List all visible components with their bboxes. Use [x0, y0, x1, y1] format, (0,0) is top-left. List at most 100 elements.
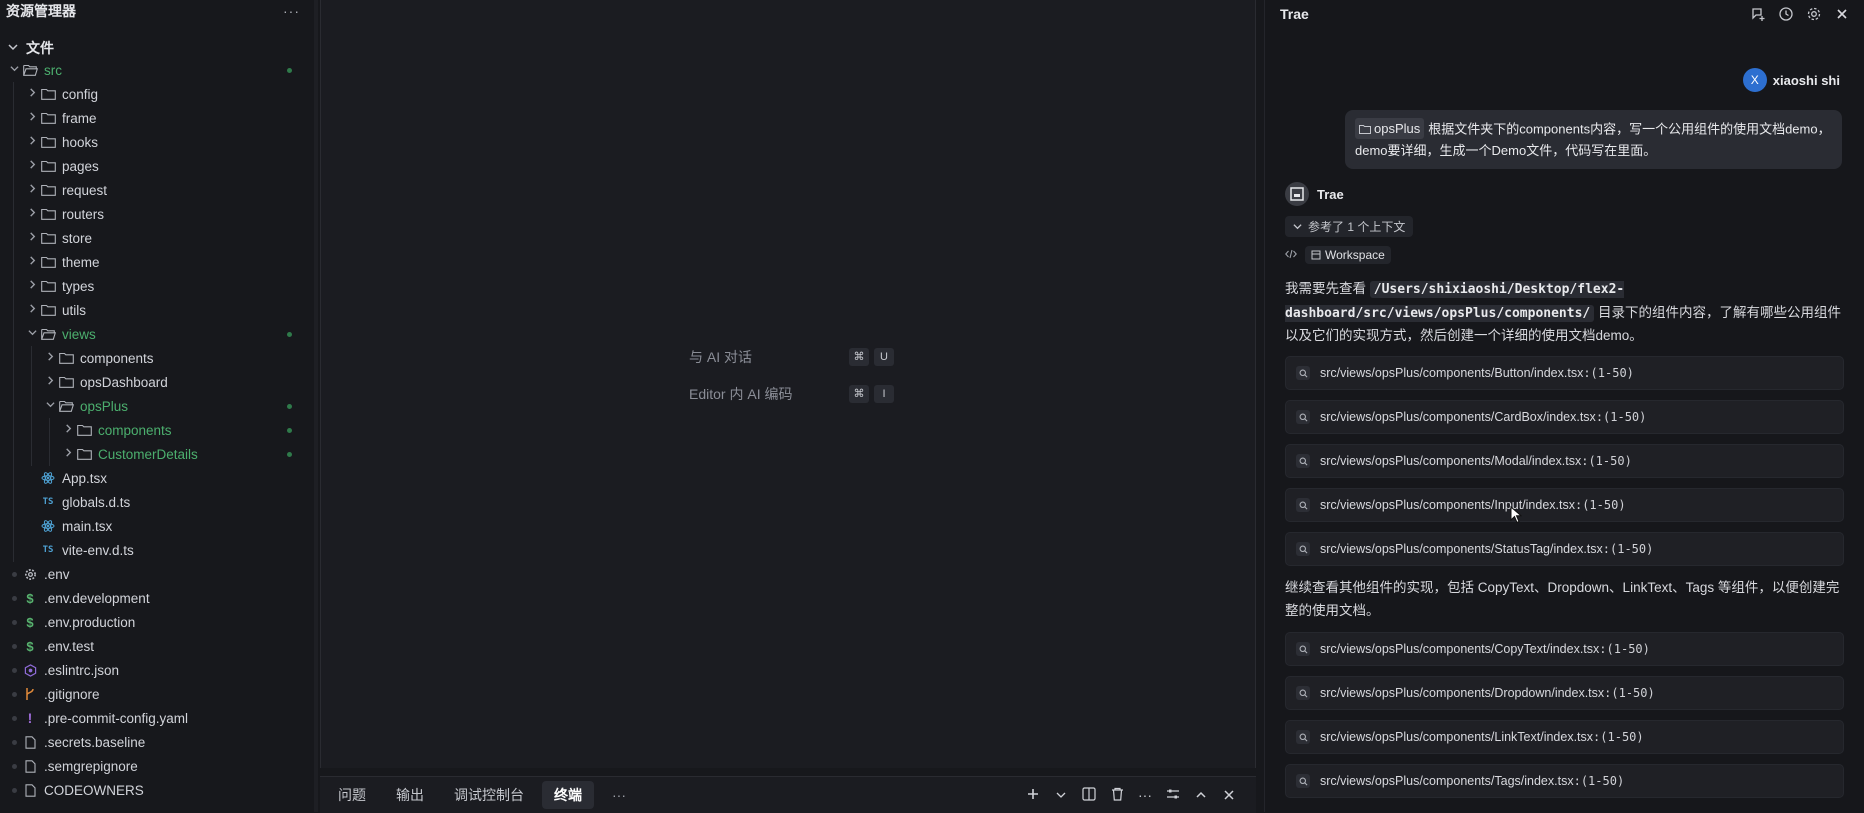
explorer-more-button[interactable]: ···	[283, 3, 300, 19]
tree-file-item[interactable]: $ .env.production	[0, 610, 314, 634]
chevron-right-icon	[24, 160, 40, 172]
chevron-right-icon	[24, 88, 40, 100]
tree-file-item[interactable]: main.tsx	[0, 514, 314, 538]
file-path: src/views/opsPlus/components/Tags/index.…	[1320, 774, 1574, 788]
tree-folder-item[interactable]: routers	[0, 202, 314, 226]
chevron-right-icon	[24, 112, 40, 124]
file-read-card[interactable]: src/views/opsPlus/components/Tags/index.…	[1285, 764, 1844, 798]
tree-item-label: opsPlus	[80, 398, 129, 414]
file-read-card[interactable]: src/views/opsPlus/components/Dropdown/in…	[1285, 676, 1844, 710]
gear-icon[interactable]	[1806, 6, 1822, 22]
line-range: :(1-50)	[1574, 498, 1626, 512]
chevron-down-icon[interactable]	[1052, 787, 1070, 803]
panel-tab-bar: 问题 输出 调试控制台 终端 ··· ···	[320, 776, 1256, 813]
tree-folder-item[interactable]: config	[0, 82, 314, 106]
tree-folder-item[interactable]: pages	[0, 154, 314, 178]
line-range: :(1-50)	[1573, 774, 1625, 788]
add-terminal-icon[interactable]	[1024, 787, 1042, 803]
file-read-card[interactable]: src/views/opsPlus/components/Modal/index…	[1285, 444, 1844, 478]
indent-guide	[13, 298, 14, 322]
user-name: xiaoshi shi	[1772, 72, 1840, 88]
tree-file-item[interactable]: .gitignore	[0, 682, 314, 706]
tree-folder-item[interactable]: utils	[0, 298, 314, 322]
indent-guide	[31, 394, 32, 418]
indent-guide	[13, 130, 14, 154]
file-read-card[interactable]: src/views/opsPlus/components/Input/index…	[1285, 488, 1844, 522]
tree-folder-item[interactable]: hooks	[0, 130, 314, 154]
folder-icon	[76, 448, 92, 460]
context-reference-toggle[interactable]: 参考了 1 个上下文	[1285, 216, 1414, 237]
hint-label: 与 AI 对话	[689, 349, 753, 365]
tree-folder-item[interactable]: CustomerDetails	[0, 442, 314, 466]
tree-file-item[interactable]: $ .env.test	[0, 634, 314, 658]
search-icon	[1296, 454, 1310, 468]
chevron-up-icon[interactable]	[1192, 787, 1210, 803]
tree-folder-item[interactable]: components	[0, 346, 314, 370]
folder-icon	[40, 160, 56, 172]
tree-folder-item[interactable]: components	[0, 418, 314, 442]
env-dollar-icon: $	[26, 614, 34, 630]
user-row: X xiaoshi shi	[1742, 68, 1840, 92]
yaml-exclaim-icon: !	[27, 710, 33, 726]
tree-file-item[interactable]: .eslintrc.json	[0, 658, 314, 682]
chevron-right-icon	[42, 352, 58, 364]
tree-folder-item[interactable]: store	[0, 226, 314, 250]
search-icon	[1296, 774, 1310, 788]
file-read-card[interactable]: src/views/opsPlus/components/Button/inde…	[1285, 356, 1844, 390]
search-icon	[1296, 642, 1310, 656]
tab-more-button[interactable]: ···	[600, 783, 638, 807]
tab-output[interactable]: 输出	[384, 781, 436, 809]
line-range: :(1-50)	[1583, 366, 1634, 380]
tree-folder-item[interactable]: frame	[0, 106, 314, 130]
tree-file-item[interactable]: .semgrepignore	[0, 754, 314, 778]
file-read-card[interactable]: src/views/opsPlus/components/StatusTag/i…	[1285, 532, 1844, 566]
tree-file-item[interactable]: ! .pre-commit-config.yaml	[0, 706, 314, 730]
search-icon	[1296, 542, 1310, 556]
tree-folder-item[interactable]: views	[0, 322, 314, 346]
trash-icon[interactable]	[1108, 787, 1126, 804]
tree-folder-item[interactable]: opsPlus	[0, 394, 314, 418]
chevron-right-icon	[42, 376, 58, 388]
files-section-label: 文件	[26, 40, 54, 56]
file-read-card[interactable]: src/views/opsPlus/components/LinkText/in…	[1285, 720, 1844, 754]
new-chat-icon[interactable]	[1750, 6, 1766, 22]
context-chip[interactable]: opsPlus	[1355, 118, 1425, 139]
split-terminal-icon[interactable]	[1080, 786, 1098, 804]
workspace-chip[interactable]: Workspace	[1305, 246, 1391, 264]
tree-file-item[interactable]: TS vite-env.d.ts	[0, 538, 314, 562]
chevron-down-icon	[42, 400, 58, 412]
close-icon[interactable]	[1834, 9, 1850, 19]
tree-item-label: vite-env.d.ts	[62, 542, 134, 558]
explorer-header: 资源管理器 ···	[0, 0, 314, 22]
explorer-divider[interactable]	[314, 0, 318, 812]
tab-debug-console[interactable]: 调试控制台	[442, 781, 536, 809]
more-icon[interactable]: ···	[1136, 787, 1154, 803]
tree-folder-item[interactable]: theme	[0, 250, 314, 274]
tree-item-label: globals.d.ts	[62, 494, 131, 510]
code-icon	[1285, 248, 1297, 262]
editor-area[interactable]: 与 AI 对话 ⌘ U Editor 内 AI 编码 ⌘ I	[320, 0, 1256, 768]
tab-terminal[interactable]: 终端	[542, 781, 594, 809]
tree-folder-item[interactable]: src	[0, 58, 314, 82]
history-icon[interactable]	[1778, 6, 1794, 22]
tree-file-item[interactable]: .secrets.baseline	[0, 730, 314, 754]
close-icon[interactable]	[1220, 787, 1238, 803]
assistant-row: Trae	[1285, 182, 1344, 206]
tree-file-item[interactable]: CODEOWNERS	[0, 778, 314, 802]
file-read-card[interactable]: src/views/opsPlus/components/CopyText/in…	[1285, 632, 1844, 666]
tree-file-item[interactable]: App.tsx	[0, 466, 314, 490]
tree-folder-item[interactable]: types	[0, 274, 314, 298]
tree-folder-item[interactable]: opsDashboard	[0, 370, 314, 394]
indent-guide	[13, 322, 14, 346]
indent-guide	[13, 250, 14, 274]
tree-folder-item[interactable]: request	[0, 178, 314, 202]
tree-bullet	[6, 616, 22, 628]
tree-file-item[interactable]: .env	[0, 562, 314, 586]
tree-file-item[interactable]: $ .env.development	[0, 586, 314, 610]
settings-sliders-icon[interactable]	[1164, 787, 1182, 804]
tree-file-item[interactable]: TS globals.d.ts	[0, 490, 314, 514]
tab-problems[interactable]: 问题	[326, 781, 378, 809]
chevron-right-icon	[24, 280, 40, 292]
git-status-dot	[287, 404, 292, 409]
file-read-card[interactable]: src/views/opsPlus/components/CardBox/ind…	[1285, 400, 1844, 434]
